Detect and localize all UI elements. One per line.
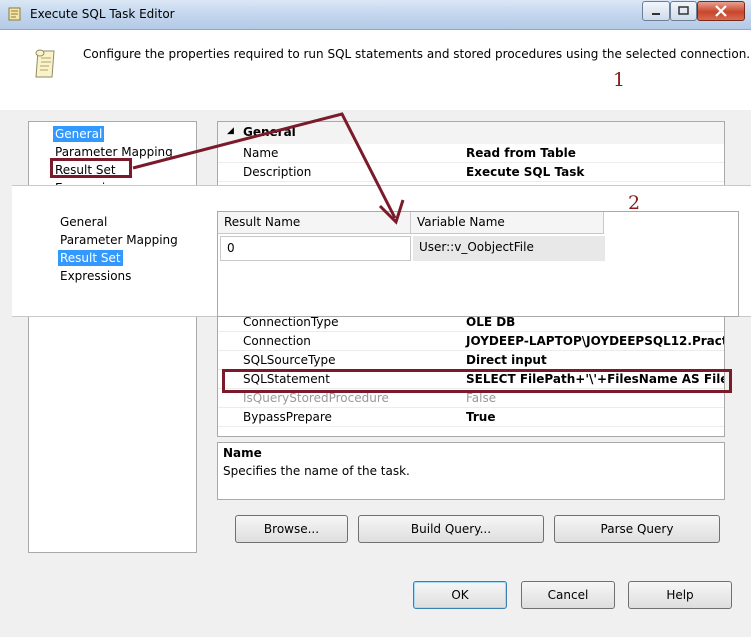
cancel-button[interactable]: Cancel: [521, 581, 615, 609]
description-panel: Name Specifies the name of the task.: [217, 442, 725, 500]
description-title: Name: [223, 446, 262, 460]
property-name: ConnectionType: [243, 317, 339, 329]
description-text: Specifies the name of the task.: [223, 464, 410, 478]
build-query-button[interactable]: Build Query...: [358, 515, 544, 543]
property-value: OLE DB: [466, 317, 516, 329]
ok-button[interactable]: OK: [413, 581, 507, 609]
browse-button[interactable]: Browse...: [235, 515, 348, 543]
property-name: SQLSourceType: [243, 353, 336, 367]
property-value: JOYDEEP-LAPTOP\JOYDEEPSQL12.PracticeDB: [466, 334, 725, 348]
annotation-box-sqlstatement: [222, 369, 732, 393]
property-row[interactable]: ConnectionType OLE DB: [218, 317, 724, 332]
help-button[interactable]: Help: [628, 581, 732, 609]
property-value: False: [466, 391, 497, 405]
property-name: BypassPrepare: [243, 410, 332, 424]
property-value: True: [466, 410, 496, 424]
property-name: IsQueryStoredProcedure: [243, 391, 389, 405]
property-row[interactable]: SQLSourceType Direct input: [218, 351, 724, 370]
property-row[interactable]: Connection JOYDEEP-LAPTOP\JOYDEEPSQL12.P…: [218, 332, 724, 351]
property-name: Connection: [243, 334, 311, 348]
parse-query-button[interactable]: Parse Query: [554, 515, 720, 543]
property-row[interactable]: BypassPrepare True: [218, 408, 724, 427]
property-value: Direct input: [466, 353, 547, 367]
